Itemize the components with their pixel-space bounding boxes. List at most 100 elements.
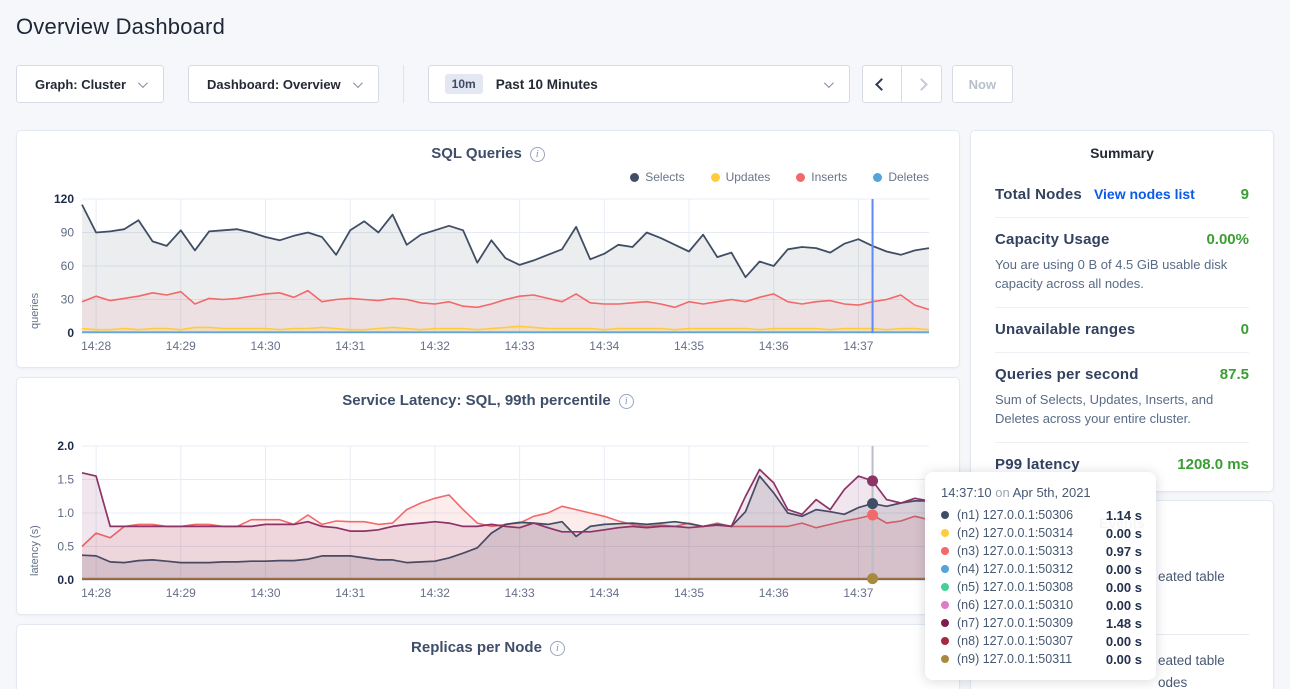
node-color-dot [941, 529, 949, 537]
tooltip-node-row: (n3) 127.0.0.1:50313 0.97 s [941, 542, 1142, 560]
summary-value: 1208.0 ms [1177, 456, 1249, 473]
node-color-dot [941, 601, 949, 609]
svg-text:2.0: 2.0 [57, 439, 74, 453]
svg-text:1.5: 1.5 [57, 473, 74, 487]
tooltip-node-row: (n9) 127.0.0.1:50311 0.00 s [941, 650, 1142, 668]
tooltip-node-row: (n4) 127.0.0.1:50312 0.00 s [941, 560, 1142, 578]
svg-text:14:30: 14:30 [251, 586, 281, 600]
summary-description: You are using 0 B of 4.5 GiB usable disk… [995, 255, 1249, 293]
node-color-dot [941, 565, 949, 573]
node-address: (n9) 127.0.0.1:50311 [957, 652, 1072, 666]
svg-text:14:28: 14:28 [81, 339, 111, 353]
svg-text:14:36: 14:36 [759, 586, 789, 600]
summary-label: Unavailable ranges [995, 321, 1135, 338]
time-next-button[interactable] [902, 65, 942, 103]
node-address: (n5) 127.0.0.1:50308 [957, 580, 1073, 594]
node-latency-value: 0.00 s [1106, 580, 1142, 595]
now-button[interactable]: Now [952, 65, 1013, 103]
node-address: (n4) 127.0.0.1:50312 [957, 562, 1073, 576]
svg-text:14:31: 14:31 [335, 586, 365, 600]
chart-title-service-latency: Service Latency: SQL, 99th percentile [342, 392, 610, 409]
node-latency-value: 0.00 s [1106, 598, 1142, 613]
time-prev-button[interactable] [862, 65, 902, 103]
node-address: (n1) 127.0.0.1:50306 [957, 508, 1073, 522]
svg-text:14:34: 14:34 [589, 586, 619, 600]
dashboard-dropdown[interactable]: Dashboard: Overview [188, 65, 379, 103]
legend-item-updates: Updates [711, 170, 771, 184]
sql-queries-plot[interactable]: 14:2814:2914:3014:3114:3214:3314:3414:35… [33, 191, 943, 361]
chevron-right-icon [915, 78, 928, 91]
summary-label: P99 latency [995, 456, 1080, 473]
service-latency-plot[interactable]: 14:28 14:29 14:30 14:31 14:32 14:33 14:34 14:35… [33, 438, 943, 608]
svg-text:14:30: 14:30 [251, 339, 281, 353]
node-latency-value: 0.97 s [1106, 544, 1142, 559]
time-arrow-group [862, 65, 942, 103]
legend-dot [630, 173, 639, 182]
svg-text:90: 90 [61, 226, 75, 240]
svg-text:14:29: 14:29 [166, 339, 196, 353]
legend-dot [711, 173, 720, 182]
node-color-dot [941, 511, 949, 519]
chevron-left-icon [875, 78, 888, 91]
svg-text:14:32: 14:32 [420, 586, 450, 600]
node-address: (n3) 127.0.0.1:50313 [957, 544, 1073, 558]
node-latency-value: 0.00 s [1106, 652, 1142, 667]
svg-text:14:33: 14:33 [505, 586, 535, 600]
summary-value: 0 [1241, 321, 1249, 338]
service-latency-chart-svg: 14:28 14:29 14:30 14:31 14:32 14:33 14:34 14:35… [33, 438, 945, 606]
node-color-dot [941, 547, 949, 555]
node-address: (n2) 127.0.0.1:50314 [957, 526, 1073, 540]
summary-label: Queries per second [995, 366, 1139, 383]
time-range-picker[interactable]: 10m Past 10 Minutes [428, 65, 850, 103]
chart-title-replicas-per-node: Replicas per Node [411, 639, 542, 656]
time-range-badge: 10m [445, 74, 483, 94]
info-icon[interactable]: i [530, 147, 545, 162]
summary-description: Sum of Selects, Updates, Inserts, and De… [995, 390, 1249, 428]
node-address: (n7) 127.0.0.1:50309 [957, 616, 1073, 630]
tooltip-node-row: (n2) 127.0.0.1:50314 0.00 s [941, 524, 1142, 542]
svg-text:60: 60 [61, 259, 75, 273]
sql-queries-legend: Selects Updates Inserts Deletes [33, 169, 929, 185]
toolbar-divider [403, 65, 404, 103]
node-color-dot [941, 583, 949, 591]
chart-hover-tooltip: 14:37:10 on Apr 5th, 2021 (n1) 127.0.0.1… [925, 472, 1156, 680]
legend-item-selects: Selects [630, 170, 684, 184]
chart-title-sql-queries: SQL Queries [431, 145, 522, 162]
summary-row-capacity-usage: Capacity Usage 0.00% You are using 0 B o… [995, 218, 1249, 308]
svg-text:14:29: 14:29 [166, 586, 196, 600]
node-latency-value: 1.48 s [1106, 616, 1142, 631]
summary-panel: Summary Total Nodes View nodes list 9 Ca… [970, 130, 1274, 492]
dashboard-dropdown-label: Dashboard: Overview [207, 77, 341, 92]
event-item[interactable]: eated table [1158, 569, 1249, 584]
summary-value: 9 [1241, 186, 1249, 203]
graph-dropdown[interactable]: Graph: Cluster [16, 65, 164, 103]
svg-text:14:33: 14:33 [505, 339, 535, 353]
info-icon[interactable]: i [619, 394, 634, 409]
tooltip-node-row: (n1) 127.0.0.1:503061.14 s [941, 506, 1142, 524]
summary-row-queries-per-second: Queries per second 87.5 Sum of Selects, … [995, 353, 1249, 443]
charts-column: SQL Queries i Selects Updates Inserts Del… [16, 130, 960, 689]
node-latency-value: 0.00 s [1106, 526, 1142, 541]
summary-label: Capacity Usage [995, 231, 1110, 248]
svg-text:1.0: 1.0 [57, 506, 74, 520]
graph-dropdown-label: Graph: Cluster [35, 77, 126, 92]
summary-row-total-nodes: Total Nodes View nodes list 9 [995, 173, 1249, 218]
summary-row-unavailable-ranges: Unavailable ranges 0 [995, 308, 1249, 353]
info-icon[interactable]: i [550, 641, 565, 656]
tooltip-node-row: (n6) 127.0.0.1:503100.00 s [941, 596, 1142, 614]
svg-text:14:32: 14:32 [420, 339, 450, 353]
tooltip-node-row: (n5) 127.0.0.1:50308 0.00 s [941, 578, 1142, 596]
svg-text:14:28: 14:28 [81, 586, 111, 600]
svg-text:0.5: 0.5 [57, 540, 74, 554]
time-range-label: Past 10 Minutes [496, 77, 598, 92]
view-nodes-list-link[interactable]: View nodes list [1094, 186, 1195, 202]
svg-text:14:35: 14:35 [674, 586, 704, 600]
sql-queries-chart-card: SQL Queries i Selects Updates Inserts Del… [16, 130, 960, 368]
summary-title: Summary [995, 145, 1249, 173]
node-latency-value: 0.00 s [1106, 562, 1142, 577]
y-axis-unit-label: latency (s) [29, 466, 41, 576]
node-latency-value: 0.00 s [1106, 634, 1142, 649]
event-item[interactable]: eated table odes [1158, 650, 1249, 689]
svg-text:120: 120 [54, 192, 74, 206]
svg-text:30: 30 [61, 293, 75, 307]
